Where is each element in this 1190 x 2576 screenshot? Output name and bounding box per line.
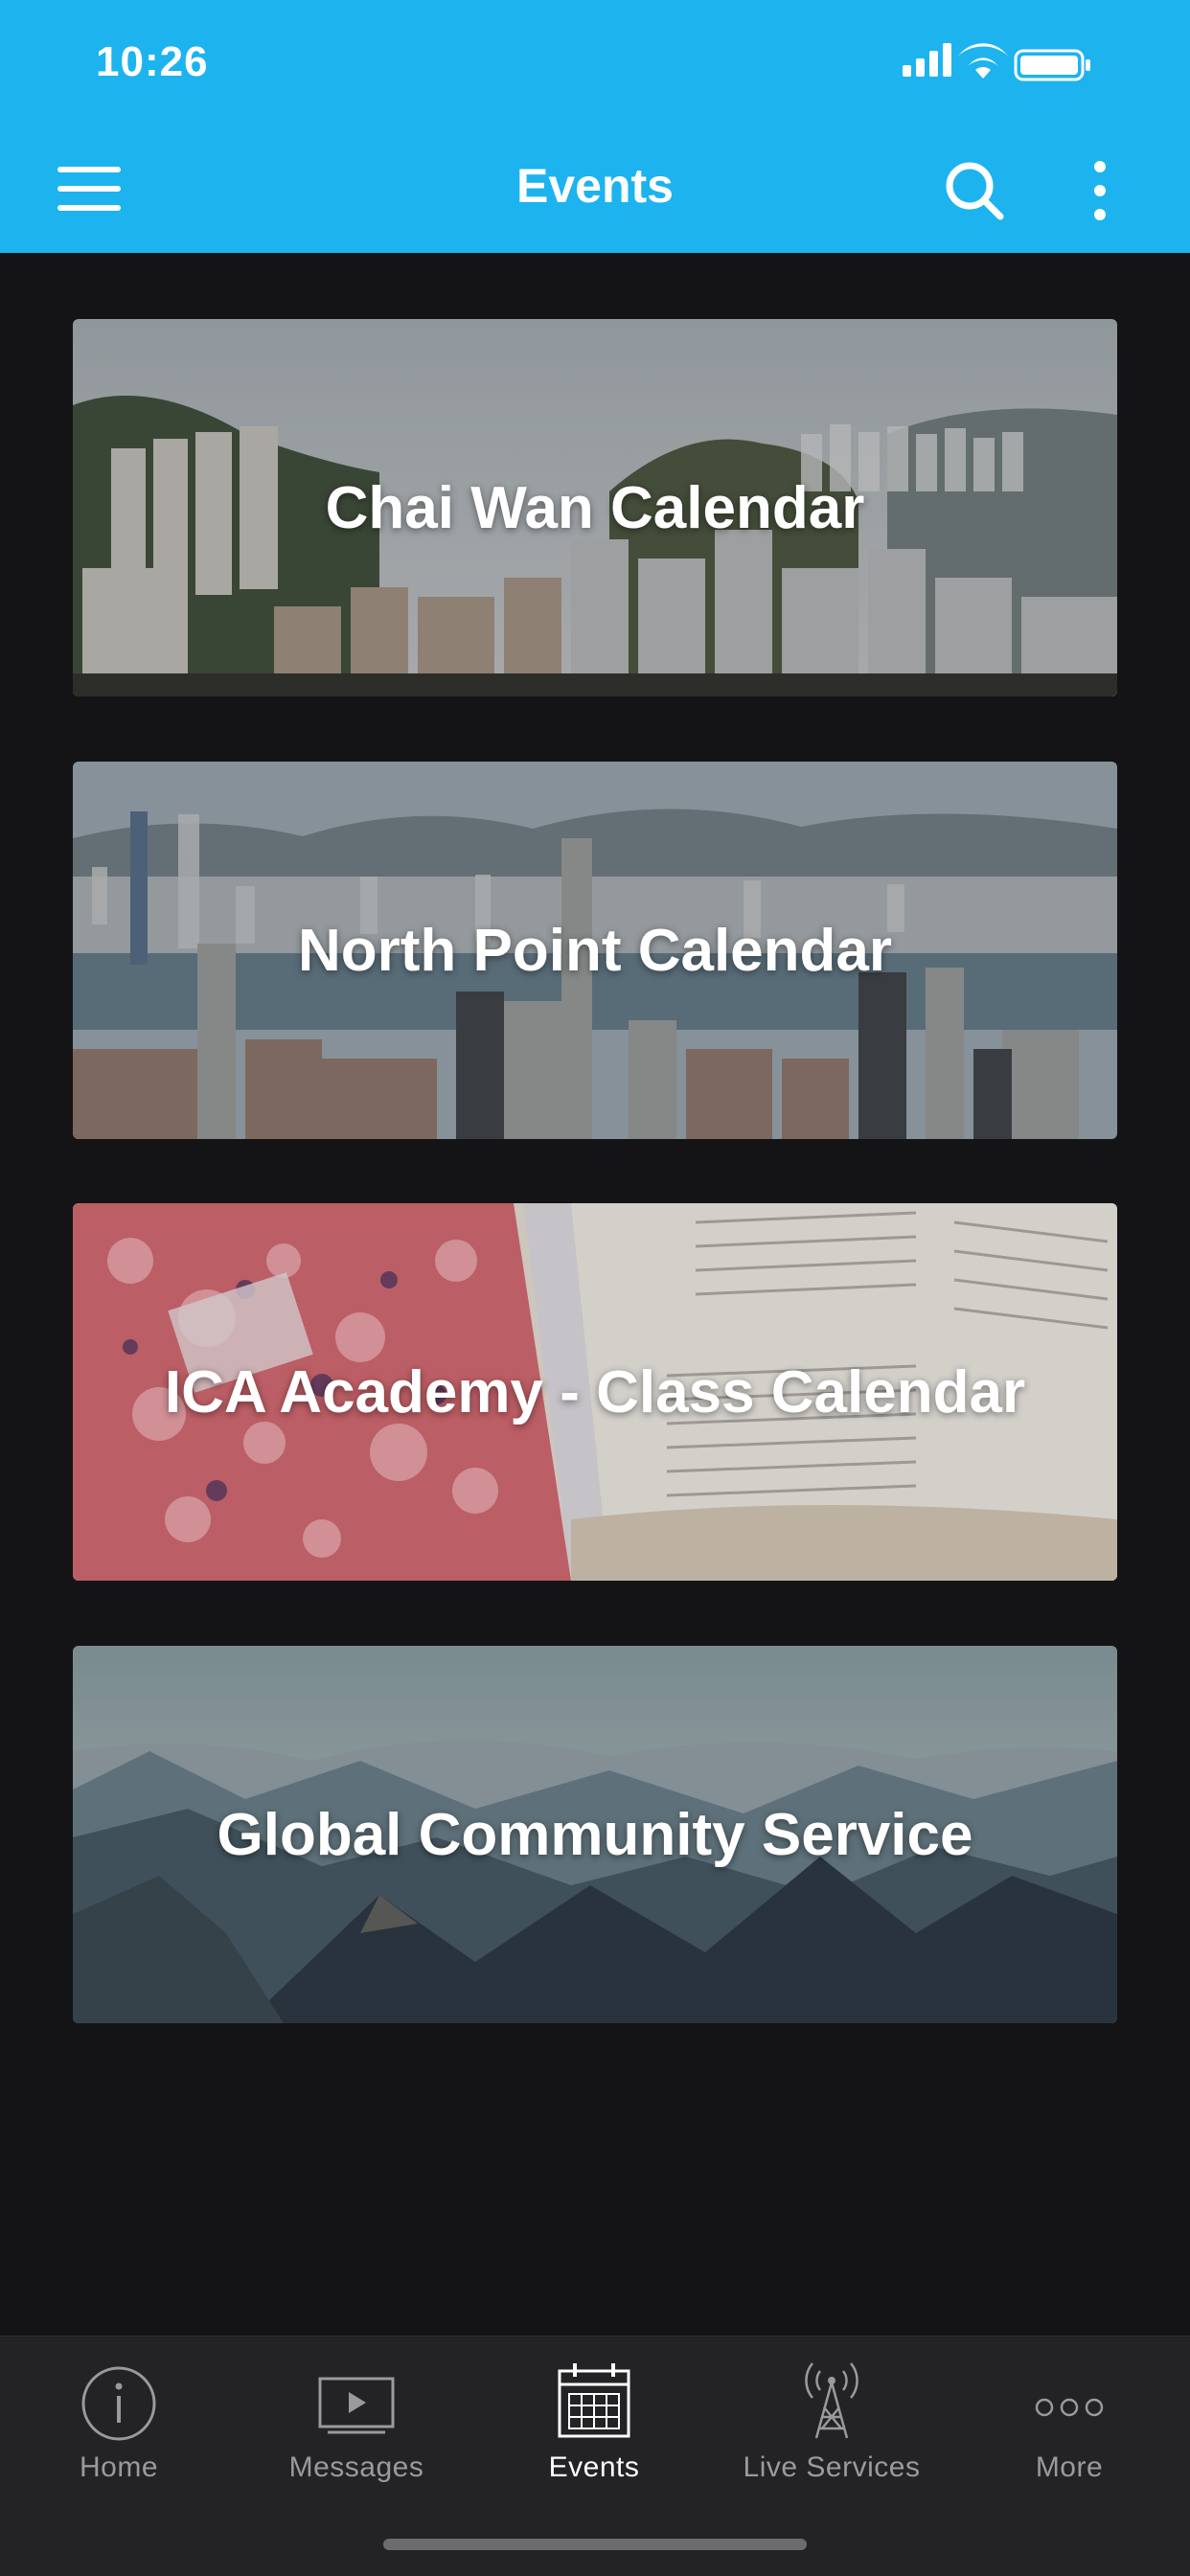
calendar-icon (558, 2363, 630, 2438)
card-title: Global Community Service (217, 1801, 973, 1868)
tab-more[interactable]: More (950, 2337, 1188, 2519)
card-title: ICA Academy - Class Calendar (164, 1358, 1026, 1425)
tab-label: Live Services (743, 2451, 921, 2483)
info-icon (81, 2366, 156, 2441)
vertical-dots-icon (1094, 161, 1106, 220)
overflow-menu-button[interactable] (1083, 157, 1117, 224)
app-header: 10:26 Events (0, 0, 1190, 253)
tab-label: More (1035, 2451, 1104, 2483)
tab-label: Home (79, 2451, 159, 2483)
battery-icon (1014, 49, 1090, 81)
tab-messages[interactable]: Messages (238, 2337, 475, 2519)
status-icons (903, 43, 1090, 81)
wifi-icon (957, 43, 1009, 79)
cellular-signal-icon (903, 43, 951, 77)
search-button[interactable] (941, 157, 1008, 224)
tab-label: Events (548, 2451, 640, 2483)
card-title: Chai Wan Calendar (325, 474, 865, 541)
card-title: North Point Calendar (297, 917, 893, 984)
event-card-global-community-service[interactable]: Global Community Service (73, 1646, 1117, 2023)
event-card-ica-academy[interactable]: ICA Academy - Class Calendar (73, 1203, 1117, 1581)
event-card-north-point[interactable]: North Point Calendar (73, 762, 1117, 1139)
tab-label: Messages (288, 2451, 424, 2483)
broadcast-tower-icon (805, 2362, 858, 2439)
search-icon (946, 162, 1004, 220)
more-dots-icon (1035, 2398, 1104, 2417)
tab-events[interactable]: Events (475, 2337, 713, 2519)
tab-home[interactable]: Home (0, 2337, 238, 2519)
home-indicator (383, 2539, 807, 2550)
tab-live-services[interactable]: Live Services (713, 2337, 950, 2519)
status-time: 10:26 (96, 38, 209, 85)
video-icon (318, 2377, 395, 2434)
page-title: Events (516, 159, 674, 213)
event-card-chai-wan[interactable]: Chai Wan Calendar (73, 319, 1117, 696)
